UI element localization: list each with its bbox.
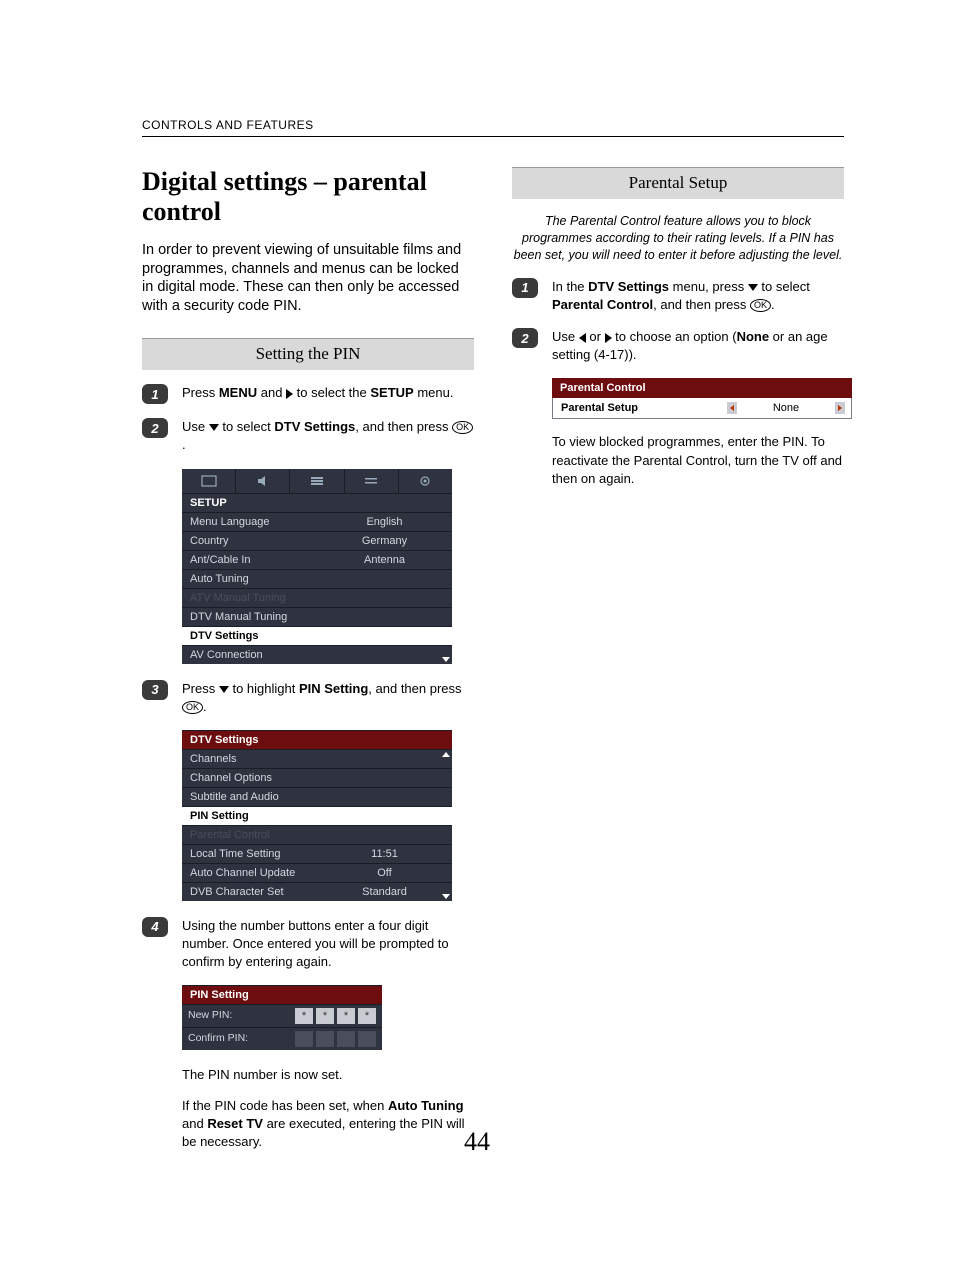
parental-after-note: To view blocked programmes, enter the PI… bbox=[552, 433, 844, 488]
osd-row: CountryGermany bbox=[182, 531, 452, 550]
page-number: 44 bbox=[0, 1127, 954, 1157]
osd-row: DTV Settings bbox=[182, 626, 452, 645]
left-arrow-icon bbox=[579, 333, 586, 343]
ok-button-icon: OK bbox=[182, 701, 203, 714]
pin-setting-osd: PIN Setting New PIN: * * * * Confirm PIN… bbox=[182, 985, 382, 1050]
dtv-settings-osd: DTV Settings ChannelsChannel OptionsSubt… bbox=[182, 730, 452, 901]
step-badge: 2 bbox=[512, 328, 538, 348]
confirm-pin-row: Confirm PIN: bbox=[182, 1027, 382, 1050]
down-arrow-icon bbox=[748, 284, 758, 291]
parental-setup-row: Parental Setup None bbox=[552, 398, 852, 419]
section-header: CONTROLS AND FEATURES bbox=[142, 118, 844, 137]
pin-digit: * bbox=[358, 1008, 376, 1024]
pin-digit-empty bbox=[337, 1031, 355, 1047]
osd-tab-bar bbox=[182, 469, 452, 493]
right-arrow-icon bbox=[835, 402, 845, 414]
step-text: Use or to choose an option (None or an a… bbox=[552, 328, 844, 364]
setup-menu-osd: SETUP Menu LanguageEnglishCountryGermany… bbox=[182, 469, 452, 664]
right-column: Parental Setup The Parental Control feat… bbox=[512, 167, 844, 1163]
step-text: Use to select DTV Settings, and then pre… bbox=[182, 418, 474, 454]
osd-title: DTV Settings bbox=[182, 730, 452, 749]
step-text: Using the number buttons enter a four di… bbox=[182, 917, 474, 972]
left-column: Digital settings – parental control In o… bbox=[142, 167, 474, 1163]
scroll-down-icon bbox=[442, 657, 450, 662]
pin-digit-empty bbox=[316, 1031, 334, 1047]
scroll-down-icon bbox=[442, 894, 450, 899]
down-arrow-icon bbox=[219, 686, 229, 693]
setup-tab-icon bbox=[345, 469, 399, 493]
osd-row: Ant/Cable InAntenna bbox=[182, 550, 452, 569]
osd-row: AV Connection bbox=[182, 645, 452, 664]
osd-row: Auto Tuning bbox=[182, 569, 452, 588]
intro-text: In order to prevent viewing of unsuitabl… bbox=[142, 241, 474, 316]
osd-row: Menu LanguageEnglish bbox=[182, 512, 452, 531]
pin-digit-empty bbox=[358, 1031, 376, 1047]
osd-row: ATV Manual Tuning bbox=[182, 588, 452, 607]
osd-row: Channel Options bbox=[182, 768, 452, 787]
pin-digit: * bbox=[295, 1008, 313, 1024]
step-badge: 1 bbox=[512, 278, 538, 298]
osd-row: Parental Control bbox=[182, 825, 452, 844]
osd-title: Parental Control bbox=[552, 378, 852, 398]
step-text: Press to highlight PIN Setting, and then… bbox=[182, 680, 474, 716]
parental-step-2: 2 Use or to choose an option (None or an… bbox=[512, 328, 844, 364]
right-arrow-icon bbox=[286, 389, 293, 399]
parental-step-1: 1 In the DTV Settings menu, press to sel… bbox=[512, 278, 844, 314]
picture-tab-icon bbox=[182, 469, 236, 493]
osd-title: PIN Setting bbox=[182, 985, 382, 1004]
ok-button-icon: OK bbox=[750, 299, 771, 312]
parental-value: None bbox=[773, 402, 799, 414]
left-arrow-icon bbox=[727, 402, 737, 414]
step-text: In the DTV Settings menu, press to selec… bbox=[552, 278, 844, 314]
pin-digit-empty bbox=[295, 1031, 313, 1047]
pin-digit: * bbox=[316, 1008, 334, 1024]
section-setting-pin: Setting the PIN bbox=[142, 338, 474, 370]
osd-title: SETUP bbox=[182, 493, 452, 512]
step-badge: 4 bbox=[142, 917, 168, 937]
section-parental-setup: Parental Setup bbox=[512, 167, 844, 199]
parental-blurb: The Parental Control feature allows you … bbox=[512, 213, 844, 264]
parental-control-osd: Parental Control Parental Setup None bbox=[552, 378, 852, 419]
step-4: 4 Using the number buttons enter a four … bbox=[142, 917, 474, 972]
feature-tab-icon bbox=[290, 469, 344, 493]
step-badge: 3 bbox=[142, 680, 168, 700]
step-badge: 2 bbox=[142, 418, 168, 438]
osd-row: DVB Character SetStandard bbox=[182, 882, 452, 901]
down-arrow-icon bbox=[209, 424, 219, 431]
osd-row: Auto Channel UpdateOff bbox=[182, 863, 452, 882]
page-title: Digital settings – parental control bbox=[142, 167, 474, 227]
osd-row: DTV Manual Tuning bbox=[182, 607, 452, 626]
ok-button-icon: OK bbox=[452, 421, 473, 434]
osd-row: Subtitle and Audio bbox=[182, 787, 452, 806]
step-3: 3 Press to highlight PIN Setting, and th… bbox=[142, 680, 474, 716]
osd-row: Local Time Setting11:51 bbox=[182, 844, 452, 863]
step-1: 1 Press MENU and to select the SETUP men… bbox=[142, 384, 474, 404]
settings-tab-icon bbox=[399, 469, 452, 493]
osd-row: Channels bbox=[182, 749, 452, 768]
pin-digit: * bbox=[337, 1008, 355, 1024]
scroll-up-icon bbox=[442, 752, 450, 757]
osd-row: PIN Setting bbox=[182, 806, 452, 825]
right-arrow-icon bbox=[605, 333, 612, 343]
new-pin-row: New PIN: * * * * bbox=[182, 1004, 382, 1027]
pin-set-note: The PIN number is now set. bbox=[182, 1066, 474, 1084]
sound-tab-icon bbox=[236, 469, 290, 493]
step-badge: 1 bbox=[142, 384, 168, 404]
step-text: Press MENU and to select the SETUP menu. bbox=[182, 384, 474, 402]
step-2: 2 Use to select DTV Settings, and then p… bbox=[142, 418, 474, 454]
